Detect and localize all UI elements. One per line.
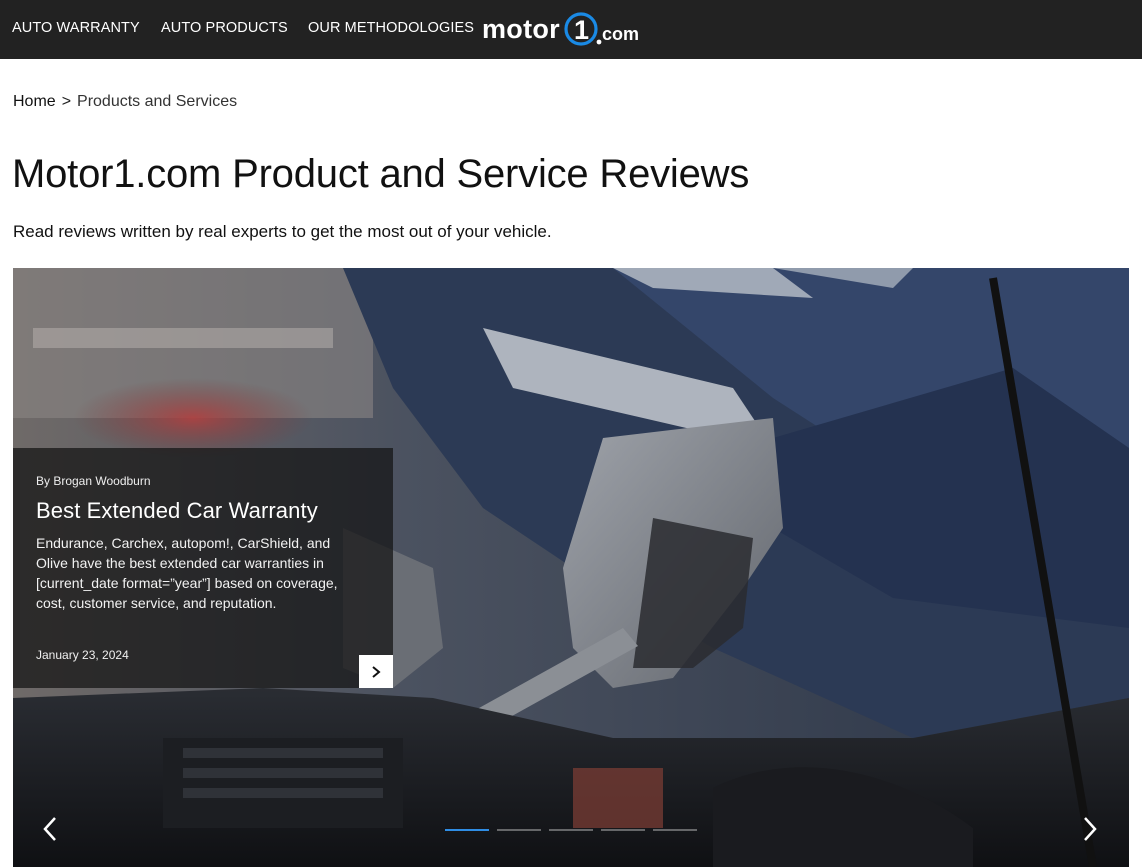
- motor1-logo[interactable]: motor 1 com: [482, 11, 640, 47]
- article-date: January 23, 2024: [36, 648, 129, 662]
- breadcrumb: Home > Products and Services: [13, 93, 237, 111]
- breadcrumb-separator: >: [61, 93, 72, 110]
- chevron-left-icon: [43, 817, 56, 841]
- svg-text:motor: motor: [482, 14, 560, 44]
- carousel-next-button[interactable]: [1075, 814, 1105, 844]
- motor1-logo-icon: motor 1 com: [482, 12, 639, 46]
- featured-article-card[interactable]: By Brogan Woodburn Best Extended Car War…: [13, 448, 393, 688]
- svg-text:1: 1: [574, 15, 589, 45]
- carousel-pagination: [445, 829, 697, 831]
- carousel-prev-button[interactable]: [35, 814, 65, 844]
- carousel-dot-3[interactable]: [549, 829, 593, 831]
- chevron-right-icon: [1084, 817, 1097, 841]
- nav-our-methodologies[interactable]: OUR METHODOLOGIES: [308, 20, 474, 36]
- carousel-dot-4[interactable]: [601, 829, 645, 831]
- article-author: By Brogan Woodburn: [36, 474, 151, 488]
- read-article-button[interactable]: [359, 655, 393, 688]
- top-navigation-bar: AUTO WARRANTY AUTO PRODUCTS OUR METHODOL…: [0, 0, 1142, 59]
- hero-carousel: By Brogan Woodburn Best Extended Car War…: [13, 268, 1129, 867]
- breadcrumb-current: Products and Services: [77, 93, 238, 110]
- nav-auto-products[interactable]: AUTO PRODUCTS: [161, 20, 288, 36]
- page-subtitle: Read reviews written by real experts to …: [13, 222, 552, 241]
- article-title[interactable]: Best Extended Car Warranty: [36, 498, 370, 524]
- carousel-dot-2[interactable]: [497, 829, 541, 831]
- article-excerpt: Endurance, Carchex, autopom!, CarShield,…: [36, 535, 338, 611]
- nav-auto-warranty[interactable]: AUTO WARRANTY: [12, 20, 140, 36]
- page-title: Motor1.com Product and Service Reviews: [12, 152, 750, 196]
- breadcrumb-home-link[interactable]: Home: [13, 93, 56, 111]
- carousel-dot-5[interactable]: [653, 829, 697, 831]
- svg-text:com: com: [602, 24, 639, 44]
- chevron-right-icon: [372, 665, 381, 678]
- carousel-dot-1[interactable]: [445, 829, 489, 831]
